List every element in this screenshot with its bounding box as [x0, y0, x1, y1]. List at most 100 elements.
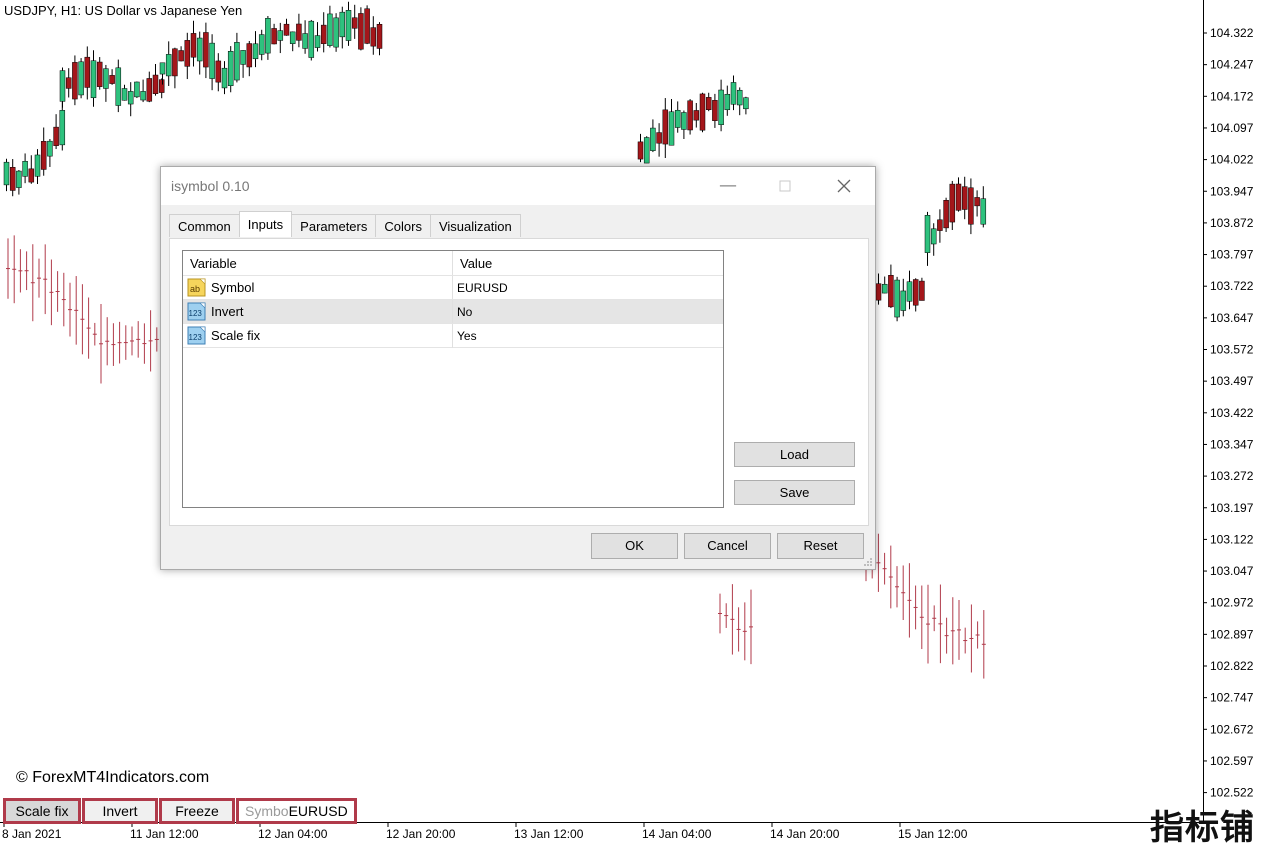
candle-body [937, 219, 943, 231]
freeze-button[interactable]: Freeze [159, 798, 235, 824]
candle-body [158, 79, 165, 93]
candle-body [364, 8, 370, 44]
cell-separator [452, 300, 453, 324]
maximize-icon[interactable] [772, 173, 798, 199]
candle-body [302, 33, 308, 49]
candle-body [96, 61, 103, 87]
price-tick-label: 102.822 [1210, 659, 1254, 673]
candle-body [681, 112, 687, 130]
close-icon[interactable] [831, 173, 857, 199]
tab-colors[interactable]: Colors [375, 214, 431, 237]
indicator-properties-dialog: isymbol 0.10 — Common Inputs Parameters … [160, 166, 876, 570]
candle-body [888, 275, 894, 308]
price-tick-label: 102.522 [1210, 786, 1254, 800]
price-tick-label: 103.122 [1210, 532, 1254, 546]
dialog-titlebar[interactable]: isymbol 0.10 — [161, 167, 875, 205]
price-tick-label: 103.722 [1210, 279, 1254, 293]
candle-body [650, 127, 656, 151]
tab-inputs[interactable]: Inputs [238, 211, 293, 237]
candle-body [53, 126, 59, 146]
candle-body [16, 170, 22, 188]
candle-body [919, 280, 925, 301]
variable-value[interactable]: EURUSD [457, 276, 508, 300]
price-tick-label: 103.047 [1210, 564, 1254, 578]
save-button[interactable]: Save [734, 480, 855, 505]
table-row[interactable]: ab Symbol EURUSD [183, 275, 723, 300]
price-tick-label: 104.172 [1210, 89, 1254, 103]
copyright-text: © ForexMT4Indicators.com [16, 769, 210, 786]
price-tick-label: 103.947 [1210, 184, 1254, 198]
price-tick-label: 103.197 [1210, 501, 1254, 515]
price-tick-label: 103.872 [1210, 216, 1254, 230]
header-variable[interactable]: Variable [183, 251, 452, 275]
candle-body [730, 82, 737, 105]
candle-body [656, 132, 662, 144]
candle-body [674, 109, 681, 128]
candle-body [215, 60, 222, 83]
candle-body [699, 93, 706, 131]
candle-body [955, 183, 962, 211]
price-tick-label: 102.972 [1210, 596, 1254, 610]
candle-body [974, 197, 980, 207]
candle-body [687, 100, 693, 131]
header-value[interactable]: Value [453, 251, 723, 275]
svg-text:123: 123 [189, 333, 203, 342]
candle-body [980, 198, 987, 225]
candle-body [968, 187, 974, 225]
candle-body [277, 30, 284, 41]
candle-body [308, 20, 315, 58]
candle-body [912, 279, 919, 306]
candle-body [115, 67, 122, 106]
candle-body [320, 24, 327, 44]
dialog-tabs: Common Inputs Parameters Colors Visualiz… [169, 211, 521, 238]
tab-parameters[interactable]: Parameters [291, 214, 377, 237]
table-row[interactable]: 123 Invert No [183, 299, 723, 324]
price-tick-label: 103.272 [1210, 469, 1254, 483]
table-row[interactable]: 123 Scale fix Yes [183, 323, 723, 348]
candle-body [296, 23, 302, 41]
candle-body [172, 48, 178, 77]
symbol-input[interactable]: Symbo EURUSD [236, 798, 357, 824]
candle-body [146, 78, 153, 102]
time-tick-label: 11 Jan 12:00 [130, 827, 199, 841]
variable-value[interactable]: No [457, 300, 472, 324]
svg-text:ab: ab [190, 284, 200, 294]
candle-body [121, 88, 128, 101]
string-type-icon: ab [187, 278, 206, 297]
variable-value[interactable]: Yes [457, 324, 477, 348]
ok-button[interactable]: OK [591, 533, 678, 559]
price-axis: 104.322 104.247 104.172 104.097 104.022 103.9… [1203, 26, 1254, 800]
reset-button[interactable]: Reset [777, 533, 864, 559]
resize-grip-icon[interactable] [863, 557, 873, 567]
price-tick-label: 104.022 [1210, 153, 1254, 167]
candle-body [693, 110, 700, 121]
price-tick-label: 104.322 [1210, 26, 1254, 40]
candle-body [134, 81, 140, 98]
candle-body [178, 50, 184, 62]
candle-body [370, 27, 377, 47]
candle-body [40, 141, 47, 170]
candle-body [59, 70, 66, 102]
tab-visualization[interactable]: Visualization [429, 214, 521, 237]
candle-body [47, 140, 53, 157]
price-tick-label: 102.672 [1210, 722, 1254, 736]
load-button[interactable]: Load [734, 442, 855, 467]
time-tick-label: 15 Jan 12:00 [898, 827, 968, 841]
cancel-button[interactable]: Cancel [684, 533, 771, 559]
minimize-icon[interactable]: — [715, 173, 741, 199]
candle-body [252, 43, 259, 60]
invert-button[interactable]: Invert [82, 798, 158, 824]
candle-body [289, 31, 296, 44]
svg-text:123: 123 [189, 309, 203, 318]
time-tick-label: 14 Jan 20:00 [770, 827, 840, 841]
symbol-input-placeholder: Symbo [245, 803, 289, 819]
time-tick-label: 12 Jan 20:00 [386, 827, 456, 841]
candle-body [376, 24, 383, 49]
chart-title: USDJPY, H1: US Dollar vs Japanese Yen [4, 3, 243, 18]
tab-common[interactable]: Common [169, 214, 240, 237]
candle-body [59, 110, 66, 146]
scale-fix-button[interactable]: Scale fix [3, 798, 81, 824]
variable-name: Symbol [211, 280, 255, 295]
candle-body [668, 111, 675, 146]
time-tick-label: 8 Jan 2021 [2, 827, 62, 841]
